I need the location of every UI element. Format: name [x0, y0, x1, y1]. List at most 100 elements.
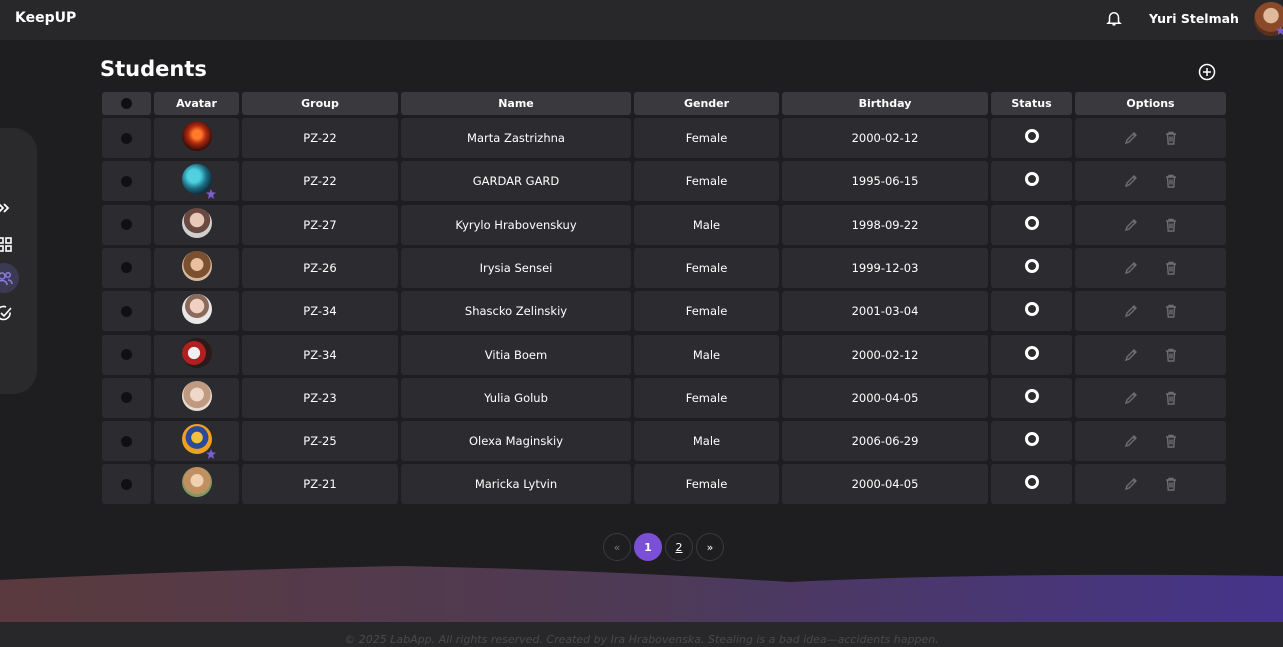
trash-icon[interactable]	[1163, 390, 1179, 406]
row-select-cell[interactable]	[102, 334, 151, 375]
avatar	[181, 337, 212, 368]
cell-gender: Female	[634, 118, 779, 158]
avatar	[181, 164, 216, 200]
row-select-cell[interactable]	[102, 247, 151, 288]
add-student-button[interactable]	[1198, 63, 1216, 81]
trash-icon[interactable]	[1163, 476, 1179, 492]
cell-gender: Female	[634, 464, 779, 505]
cell-name: Yulia Golub	[401, 377, 631, 418]
sidebar-item-dashboard[interactable]	[0, 229, 19, 259]
row-select-cell[interactable]	[102, 118, 151, 158]
row-checkbox[interactable]	[121, 175, 132, 187]
edit-icon[interactable]	[1123, 433, 1139, 449]
row-select-cell[interactable]	[102, 161, 151, 202]
edit-icon[interactable]	[1123, 347, 1139, 363]
trash-icon[interactable]	[1163, 303, 1179, 319]
cell-name: Olexa Maginskiy	[401, 421, 631, 462]
row-checkbox[interactable]	[121, 305, 132, 317]
cell-group: PZ-23	[242, 377, 398, 418]
trash-icon[interactable]	[1163, 130, 1179, 146]
status-cell	[991, 464, 1072, 505]
select-all-header[interactable]	[102, 92, 151, 115]
status-indicator[interactable]	[1024, 475, 1039, 490]
cell-name: Marta Zastrizhna	[401, 118, 631, 158]
status-cell	[991, 334, 1072, 375]
status-indicator[interactable]	[1024, 172, 1039, 187]
row-checkbox[interactable]	[121, 478, 132, 490]
cell-group: PZ-34	[242, 334, 398, 375]
status-indicator[interactable]	[1024, 129, 1039, 143]
row-select-cell[interactable]	[102, 204, 151, 245]
status-indicator[interactable]	[1024, 302, 1039, 317]
star-icon	[205, 189, 216, 200]
cell-birthday: 1995-06-15	[782, 161, 988, 202]
edit-icon[interactable]	[1123, 390, 1139, 406]
pagination-prev[interactable]: «	[603, 533, 631, 561]
select-all-checkbox[interactable]	[121, 98, 132, 109]
row-checkbox[interactable]	[121, 262, 132, 274]
status-cell	[991, 161, 1072, 202]
pagination-page-2[interactable]: 2	[665, 533, 693, 561]
edit-icon[interactable]	[1123, 476, 1139, 492]
avatar	[181, 250, 212, 281]
trash-icon[interactable]	[1163, 260, 1179, 276]
cell-birthday: 2000-04-05	[782, 377, 988, 418]
cell-birthday: 2000-02-12	[782, 334, 988, 375]
app-logo[interactable]: KeepUP	[15, 10, 76, 26]
double-chevron-right-icon	[0, 203, 10, 213]
edit-icon[interactable]	[1123, 173, 1139, 189]
bell-icon[interactable]	[1105, 9, 1123, 27]
status-cell	[991, 204, 1072, 245]
status-indicator[interactable]	[1024, 388, 1039, 403]
page-title: Students	[100, 57, 207, 81]
sidebar-item-students[interactable]	[0, 263, 19, 293]
avatar-cell	[154, 377, 239, 418]
edit-icon[interactable]	[1123, 260, 1139, 276]
sidebar-item-tasks[interactable]	[0, 298, 19, 328]
status-indicator[interactable]	[1024, 432, 1039, 447]
avatar-cell	[154, 161, 239, 202]
avatar-cell	[154, 118, 239, 158]
avatar	[181, 121, 212, 151]
row-checkbox[interactable]	[121, 349, 132, 360]
cell-group: PZ-27	[242, 204, 398, 245]
trash-icon[interactable]	[1163, 347, 1179, 363]
row-checkbox[interactable]	[121, 219, 132, 231]
trash-icon[interactable]	[1163, 173, 1179, 189]
trash-icon[interactable]	[1163, 217, 1179, 233]
options-cell	[1075, 464, 1226, 505]
footer-text: © 2025 LabApp. All rights reserved. Crea…	[344, 633, 939, 646]
pagination-next[interactable]: »	[696, 533, 724, 561]
row-checkbox[interactable]	[121, 132, 132, 144]
star-icon	[205, 449, 216, 460]
status-indicator[interactable]	[1024, 215, 1039, 230]
cell-birthday: 2006-06-29	[782, 421, 988, 462]
trash-icon[interactable]	[1163, 433, 1179, 449]
row-checkbox[interactable]	[121, 435, 132, 447]
avatar	[181, 294, 212, 325]
user-name[interactable]: Yuri Stelmah	[1149, 11, 1239, 26]
edit-icon[interactable]	[1123, 217, 1139, 233]
cell-name: Shascko Zelinskiy	[401, 291, 631, 332]
avatar-cell	[154, 204, 239, 245]
row-select-cell[interactable]	[102, 291, 151, 332]
row-select-cell[interactable]	[102, 377, 151, 418]
edit-icon[interactable]	[1123, 130, 1139, 146]
expand-sidebar-button[interactable]	[0, 193, 19, 223]
status-indicator[interactable]	[1024, 258, 1039, 273]
cell-name: Vitia Boem	[401, 334, 631, 375]
header-birthday: Birthday	[782, 92, 988, 115]
row-select-cell[interactable]	[102, 421, 151, 462]
status-indicator[interactable]	[1024, 345, 1039, 360]
check-circle-icon	[0, 305, 12, 321]
row-checkbox[interactable]	[121, 392, 132, 404]
avatar-cell	[154, 464, 239, 505]
cell-gender: Female	[634, 161, 779, 202]
row-select-cell[interactable]	[102, 464, 151, 505]
pagination-page-1[interactable]: 1	[634, 533, 662, 561]
options-cell	[1075, 334, 1226, 375]
edit-icon[interactable]	[1123, 303, 1139, 319]
options-cell	[1075, 118, 1226, 158]
avatar	[181, 467, 212, 498]
cell-group: PZ-26	[242, 247, 398, 288]
